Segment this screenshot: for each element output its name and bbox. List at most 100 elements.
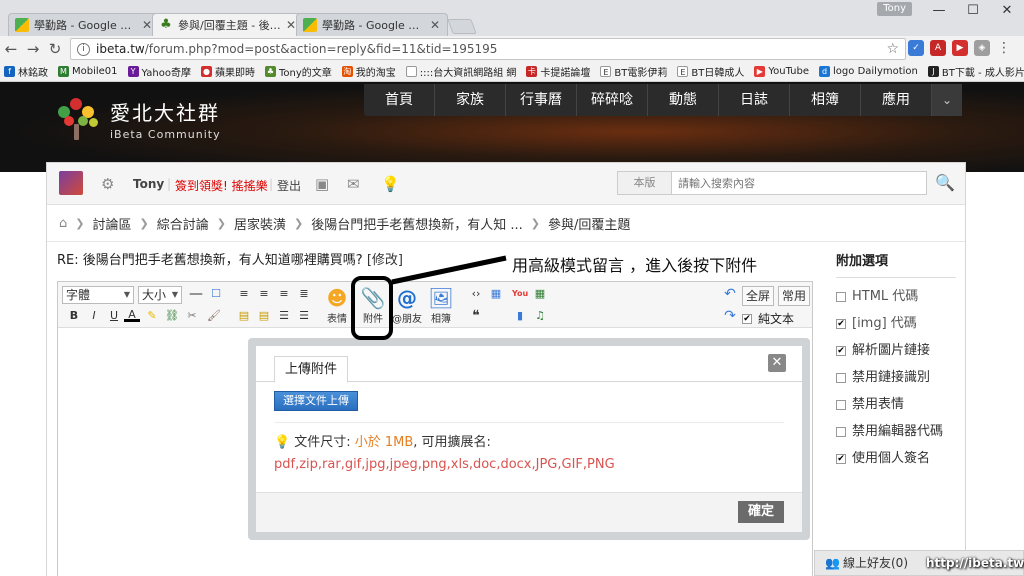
image-icon[interactable]: ▣ bbox=[315, 175, 329, 193]
bookmark-item[interactable]: JBT下載 - 成人影片 - 歐 bbox=[927, 64, 1024, 79]
home-icon[interactable]: ⌂ bbox=[59, 216, 67, 231]
extension-icon[interactable]: ✓ bbox=[908, 40, 924, 56]
search-icon[interactable]: 🔍 bbox=[935, 173, 955, 192]
unordered-list-icon[interactable]: ☰ bbox=[296, 308, 312, 324]
align-right-icon[interactable]: ≡ bbox=[276, 286, 292, 302]
forward-icon[interactable]: → bbox=[22, 40, 44, 58]
browser-tab-active[interactable]: ♣ 參與/回覆主題 - 後陽台門 ✕ bbox=[152, 13, 304, 36]
float-right-icon[interactable]: ▤ bbox=[256, 308, 272, 324]
chevron-down-icon[interactable]: ⌄ bbox=[932, 84, 962, 116]
search-scope-select[interactable]: 本版 bbox=[618, 172, 672, 194]
bookmark-item[interactable]: f 林銘政 bbox=[4, 64, 48, 79]
option-disable-link-detect[interactable]: 禁用鏈接識別 bbox=[836, 369, 956, 387]
option-parse-image-links[interactable]: ✔ 解析圖片鏈接 bbox=[836, 342, 956, 360]
music-icon[interactable]: ♫ bbox=[532, 308, 548, 324]
breadcrumb-item[interactable]: 綜合討論 bbox=[157, 214, 209, 233]
menu-icon[interactable]: ⋮ bbox=[996, 40, 1012, 56]
bookmark-item[interactable]: 淘我的淘宝 bbox=[341, 64, 396, 79]
checkbox[interactable] bbox=[836, 400, 846, 410]
nav-item-chatter[interactable]: 碎碎唸 bbox=[577, 84, 648, 116]
extension-icon[interactable]: ▶ bbox=[952, 40, 968, 56]
youtube-icon[interactable]: You bbox=[512, 286, 528, 302]
bookmark-item[interactable]: E BT日韓成人 bbox=[677, 64, 744, 79]
bookmark-star-icon[interactable]: ☆ bbox=[886, 41, 899, 57]
ordered-list-icon[interactable]: ☰ bbox=[276, 308, 292, 324]
close-icon[interactable]: ✕ bbox=[429, 18, 441, 32]
option-disable-editor-code[interactable]: 禁用編輯器代碼 bbox=[836, 423, 956, 441]
common-button[interactable]: 常用 bbox=[778, 286, 811, 306]
html-block-icon[interactable]: ▦ bbox=[488, 286, 504, 302]
redo-icon[interactable]: ↷ bbox=[722, 308, 738, 324]
bold-icon[interactable]: B bbox=[66, 308, 82, 324]
attach-button[interactable]: 📎 附件 bbox=[356, 286, 390, 325]
option-disable-emoji[interactable]: 禁用表情 bbox=[836, 396, 956, 414]
maximize-icon[interactable]: ☐ bbox=[956, 0, 990, 22]
checkbox[interactable]: ✔ bbox=[836, 319, 846, 329]
promo-link[interactable]: 簽到領獎! 搖搖樂 bbox=[175, 177, 268, 194]
nav-item-calendar[interactable]: 行事曆 bbox=[506, 84, 577, 116]
bookmark-item[interactable]: E BT電影伊莉 bbox=[600, 64, 667, 79]
search-input[interactable] bbox=[672, 172, 926, 194]
bulb-icon[interactable]: 💡 bbox=[381, 175, 400, 193]
highlight-icon[interactable]: ✎ bbox=[144, 308, 160, 324]
adblock-icon[interactable]: A bbox=[930, 40, 946, 56]
new-tab-button[interactable] bbox=[447, 19, 477, 34]
option-img-code[interactable]: ✔ [img] 代碼 bbox=[836, 315, 956, 333]
align-justify-icon[interactable]: ≣ bbox=[296, 286, 312, 302]
plain-text-checkbox[interactable]: ✔ bbox=[742, 313, 752, 324]
album-button[interactable]: 🖼 相簿 bbox=[424, 286, 458, 325]
mail-icon[interactable]: ✉ bbox=[347, 175, 360, 193]
emoji-button[interactable]: ☻ 表情 bbox=[320, 286, 354, 325]
shield-icon[interactable]: ◈ bbox=[974, 40, 990, 56]
checkbox[interactable]: ✔ bbox=[836, 346, 846, 356]
browser-tab[interactable]: 學勤路 - Google 地圖 ✕ bbox=[296, 13, 448, 36]
size-select[interactable]: 大小 ▼ bbox=[138, 286, 182, 304]
bookmark-item[interactable]: 卡卡提諾論壇 bbox=[526, 64, 590, 79]
video-icon[interactable]: ▮ bbox=[512, 308, 528, 324]
link-icon[interactable]: ⛓ bbox=[164, 308, 180, 324]
format-brush-icon[interactable]: 🖌 bbox=[206, 308, 222, 324]
bookmark-item[interactable]: ● 蘋果即時 bbox=[200, 64, 255, 79]
reload-icon[interactable]: ↻ bbox=[44, 40, 66, 58]
username[interactable]: Tony bbox=[133, 177, 164, 191]
underline-icon[interactable]: U bbox=[106, 308, 122, 324]
align-left-icon[interactable]: ≡ bbox=[236, 286, 252, 302]
edit-title-link[interactable]: [修改] bbox=[367, 253, 403, 268]
back-icon[interactable]: ← bbox=[0, 40, 22, 58]
info-icon[interactable]: i bbox=[77, 42, 90, 56]
tab-upload-attachment[interactable]: 上傳附件 bbox=[274, 356, 349, 383]
nav-item-feed[interactable]: 動態 bbox=[648, 84, 719, 116]
nav-item-blog[interactable]: 日誌 bbox=[719, 84, 790, 116]
gear-icon[interactable]: ⚙ bbox=[101, 175, 114, 193]
avatar[interactable] bbox=[59, 171, 83, 195]
bookmark-item[interactable]: M Mobile01 bbox=[58, 66, 118, 77]
italic-icon[interactable]: I bbox=[86, 308, 102, 324]
nav-item-family[interactable]: 家族 bbox=[435, 84, 506, 116]
horizontal-rule-icon[interactable]: — bbox=[188, 286, 204, 302]
breadcrumb-item[interactable]: 居家裝潢 bbox=[234, 214, 286, 233]
checkbox[interactable] bbox=[836, 373, 846, 383]
text-color-icon[interactable]: A bbox=[124, 308, 140, 322]
nav-item-apps[interactable]: 應用 bbox=[861, 84, 932, 116]
bookmark-item[interactable]: ♣ Tony的文章 bbox=[264, 64, 332, 79]
minimize-icon[interactable]: — bbox=[922, 0, 956, 22]
mention-button[interactable]: @ @朋友 bbox=[390, 286, 424, 325]
checkbox[interactable] bbox=[836, 292, 846, 302]
url-input[interactable]: i ibeta.tw /forum.php?mod=post&action=re… bbox=[70, 38, 906, 60]
ok-button[interactable]: 確定 bbox=[737, 501, 784, 523]
profile-badge[interactable]: Tony bbox=[877, 2, 912, 16]
nav-item-album[interactable]: 相簿 bbox=[790, 84, 861, 116]
breadcrumb-item[interactable]: 討論區 bbox=[92, 214, 131, 233]
logout-link[interactable]: 登出 bbox=[277, 177, 301, 194]
box-icon[interactable]: ☐ bbox=[208, 286, 224, 302]
checkbox[interactable]: ✔ bbox=[836, 454, 846, 464]
breadcrumb-item[interactable]: 後陽台門把手老舊想換新，有人知 ... bbox=[311, 214, 523, 233]
browser-tab[interactable]: 學勤路 - Google 地圖 ✕ bbox=[8, 13, 160, 36]
undo-icon[interactable]: ↶ bbox=[722, 286, 738, 302]
code-icon[interactable]: ‹› bbox=[468, 286, 484, 302]
checkbox[interactable] bbox=[836, 427, 846, 437]
bookmark-item[interactable]: ▶ YouTube bbox=[754, 66, 809, 77]
choose-file-button[interactable]: 選擇文件上傳 bbox=[274, 391, 358, 411]
bookmark-item[interactable]: Y Yahoo奇摩 bbox=[127, 64, 191, 79]
align-center-icon[interactable]: ≡ bbox=[256, 286, 272, 302]
